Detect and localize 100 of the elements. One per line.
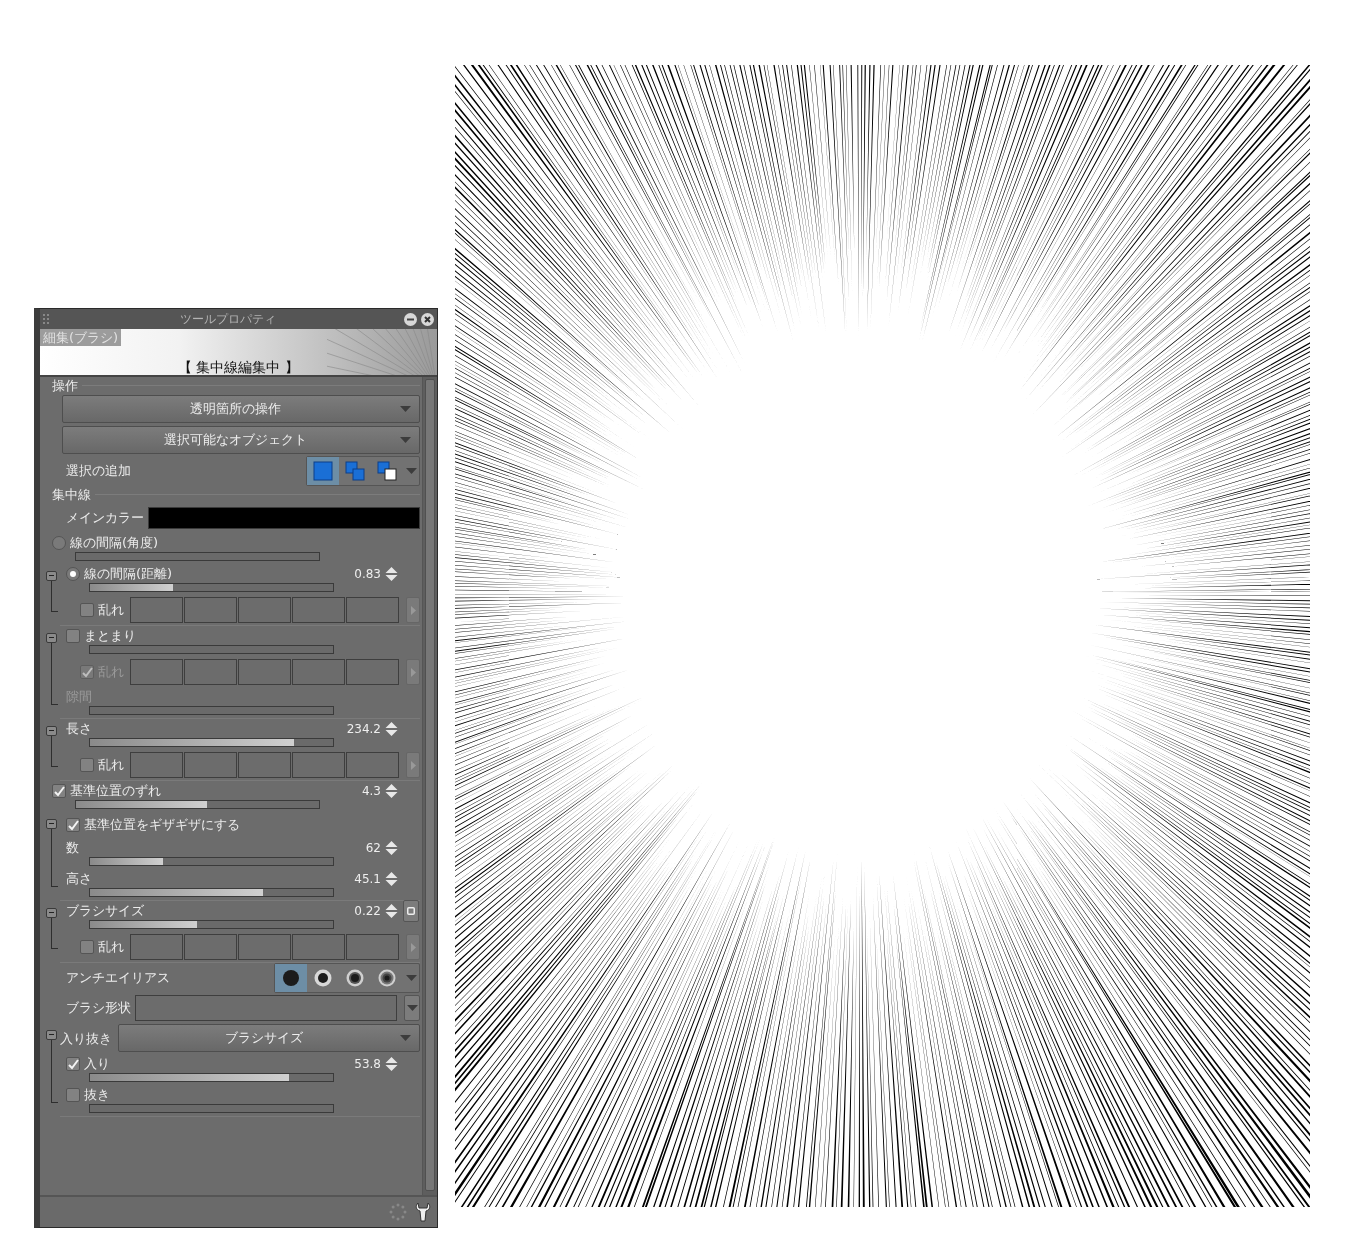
check-icon bbox=[67, 1058, 79, 1070]
setting-box[interactable] bbox=[238, 597, 291, 623]
scrollbar[interactable] bbox=[422, 377, 437, 1195]
setting-box[interactable] bbox=[292, 597, 345, 623]
setting-box[interactable] bbox=[238, 659, 291, 685]
radio-button[interactable] bbox=[52, 536, 66, 550]
spinner-arrows[interactable] bbox=[385, 566, 398, 582]
slider-track[interactable] bbox=[89, 888, 334, 897]
setting-box[interactable] bbox=[292, 659, 345, 685]
setting-box[interactable] bbox=[292, 752, 345, 778]
setting-box[interactable] bbox=[184, 934, 237, 960]
spinner-arrows[interactable] bbox=[385, 721, 398, 737]
wrench-icon[interactable] bbox=[415, 1202, 431, 1222]
arrow-icon bbox=[410, 760, 416, 770]
option-label: 抜き bbox=[84, 1086, 110, 1104]
slider-track[interactable] bbox=[89, 920, 334, 929]
tool-name: 細集(ブラシ) bbox=[40, 329, 122, 346]
option-label: 乱れ bbox=[98, 601, 124, 619]
setting-box[interactable] bbox=[184, 752, 237, 778]
slider-track[interactable] bbox=[89, 645, 334, 654]
dropdown[interactable]: ブラシサイズ bbox=[118, 1024, 420, 1052]
input-field[interactable] bbox=[135, 995, 397, 1021]
setting-box[interactable] bbox=[346, 597, 399, 623]
slider-track[interactable] bbox=[89, 583, 334, 592]
field-label: メインカラー bbox=[66, 509, 144, 527]
spinner-arrows[interactable] bbox=[385, 903, 398, 919]
slider-track[interactable] bbox=[89, 857, 334, 866]
setting-box[interactable] bbox=[346, 752, 399, 778]
slider-track[interactable] bbox=[75, 552, 320, 561]
spinner-arrows[interactable] bbox=[385, 1056, 398, 1072]
spinner-arrows[interactable] bbox=[385, 871, 398, 887]
value-text: 0.83 bbox=[354, 567, 381, 581]
setting-box[interactable] bbox=[184, 659, 237, 685]
setting-box[interactable] bbox=[346, 659, 399, 685]
spinner-arrows[interactable] bbox=[385, 783, 398, 799]
caret-icon bbox=[400, 436, 411, 444]
arrow-button[interactable] bbox=[406, 659, 420, 685]
overlapping-squares-icon bbox=[377, 461, 397, 481]
radio-button[interactable] bbox=[66, 567, 80, 581]
panel-title: ツールプロパティ bbox=[178, 310, 277, 328]
setting-box[interactable] bbox=[130, 597, 183, 623]
option-label: ブラシサイズ bbox=[66, 902, 144, 920]
caret-icon bbox=[400, 1034, 411, 1042]
section-heading: 操作 bbox=[52, 376, 78, 395]
value-text: 62 bbox=[365, 841, 381, 855]
setting-box[interactable] bbox=[238, 752, 291, 778]
value-text: 45.1 bbox=[354, 872, 381, 886]
close-button[interactable] bbox=[421, 312, 434, 326]
option-label: 乱れ bbox=[98, 756, 124, 774]
option-label: 数 bbox=[66, 839, 79, 857]
setting-box[interactable] bbox=[130, 752, 183, 778]
checkbox[interactable] bbox=[66, 1057, 80, 1071]
arrow-button[interactable] bbox=[406, 597, 420, 623]
arrow-button[interactable] bbox=[406, 934, 420, 960]
checkbox[interactable] bbox=[80, 940, 94, 954]
arrow-icon bbox=[410, 667, 416, 677]
setting-box[interactable] bbox=[130, 659, 183, 685]
checkbox[interactable] bbox=[66, 1088, 80, 1102]
dot-icon bbox=[281, 968, 301, 988]
arrow-icon bbox=[410, 942, 416, 952]
grip-icon[interactable] bbox=[43, 314, 51, 324]
color-swatch[interactable] bbox=[148, 507, 420, 529]
slider-track[interactable] bbox=[89, 738, 334, 747]
checkbox[interactable] bbox=[80, 758, 94, 772]
setting-box[interactable] bbox=[184, 597, 237, 623]
tree-line bbox=[51, 918, 58, 949]
caret-icon bbox=[405, 467, 417, 475]
checkbox[interactable] bbox=[66, 818, 80, 832]
dropdown[interactable]: 選択可能なオブジェクト bbox=[62, 426, 420, 454]
caret-icon bbox=[406, 1004, 418, 1012]
slider-track[interactable] bbox=[89, 1104, 334, 1113]
minimize-button[interactable] bbox=[404, 312, 417, 326]
collapse-toggle[interactable] bbox=[46, 1030, 57, 1040]
pressure-button[interactable] bbox=[403, 900, 419, 922]
check-icon bbox=[81, 666, 93, 678]
option-label: 線の間隔(角度) bbox=[70, 534, 159, 552]
option-button[interactable] bbox=[275, 964, 307, 992]
collapse-toggle[interactable] bbox=[46, 908, 57, 918]
option-label: 線の間隔(距離) bbox=[84, 565, 173, 583]
setting-box[interactable] bbox=[130, 934, 183, 960]
checkbox[interactable] bbox=[66, 629, 80, 643]
overlapping-squares-icon bbox=[345, 461, 365, 481]
field-label: アンチエイリアス bbox=[66, 969, 170, 987]
square-icon bbox=[313, 461, 333, 481]
collapse-toggle[interactable] bbox=[46, 571, 57, 581]
status-text: 【 集中線編集中 】 bbox=[178, 359, 299, 375]
arrow-button[interactable] bbox=[406, 752, 420, 778]
collapse-toggle[interactable] bbox=[46, 819, 57, 829]
collapse-toggle[interactable] bbox=[46, 726, 57, 736]
check-icon bbox=[53, 785, 65, 797]
checkbox[interactable] bbox=[52, 784, 66, 798]
collapse-toggle[interactable] bbox=[46, 633, 57, 643]
spinner-arrows[interactable] bbox=[385, 840, 398, 856]
slider-track[interactable] bbox=[75, 800, 320, 809]
field-label: 選択の追加 bbox=[66, 462, 131, 480]
checkbox[interactable] bbox=[80, 603, 94, 617]
dot-icon bbox=[377, 968, 397, 988]
dropdown[interactable]: 透明箇所の操作 bbox=[62, 395, 420, 423]
slider-track[interactable] bbox=[89, 1073, 334, 1082]
caret-icon bbox=[405, 974, 417, 982]
